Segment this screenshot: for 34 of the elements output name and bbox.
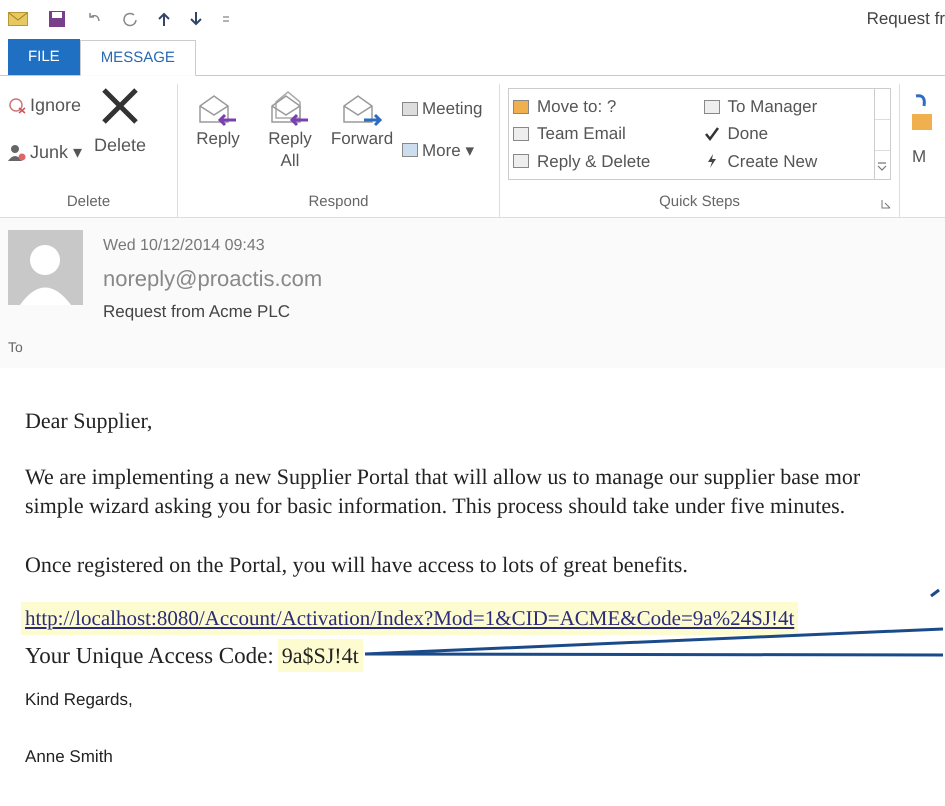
forward-button[interactable]: Forward — [330, 84, 394, 172]
quick-step-item[interactable]: Move to: ? — [513, 93, 672, 120]
message-subject: Request from Acme PLC — [103, 301, 292, 323]
meeting-button[interactable]: Meeting — [402, 96, 482, 122]
body-paragraph: simple wizard asking you for basic information. This process should take under five minutes. — [25, 492, 846, 520]
reply-button[interactable]: Reply — [186, 84, 250, 172]
quick-step-item[interactable]: Reply & Delete — [513, 148, 672, 175]
group-label: Delete — [66, 192, 110, 212]
quick-step-item[interactable]: Done — [704, 120, 862, 148]
window-title: Request fr — [866, 8, 945, 30]
activation-link[interactable]: http://localhost:8080/Account/Activation/Index?Mod=1&CID=ACME&Code=9a%24SJ!4t — [21, 602, 798, 635]
closing-text: Kind Regards, — [25, 689, 134, 711]
ribbon-tab[interactable]: FILE — [8, 39, 80, 75]
ignore-button[interactable]: Ignore — [8, 92, 82, 119]
ribbon-tab[interactable]: MESSAGE — [80, 40, 196, 76]
more-button[interactable]: More ▾ — [402, 138, 482, 163]
delete-button[interactable]: Delete — [94, 84, 146, 166]
access-code-label: Your Unique Access Code: — [25, 642, 274, 670]
body-paragraph: We are implementing a new Supplier Portal that will allow us to manage our supplier base mor — [25, 463, 862, 491]
quick-step-item[interactable]: Create New — [704, 148, 862, 175]
junk-button[interactable]: Junk ▾ — [8, 139, 82, 166]
group-label: Respond — [308, 192, 369, 212]
signature-text: Anne Smith — [25, 746, 114, 768]
reply-all-button[interactable]: Reply All — [258, 84, 322, 172]
quick-step-item[interactable]: To Manager — [704, 93, 862, 120]
body-paragraph: Once registered on the Portal, you will have access to lots of great benefits. — [25, 551, 689, 579]
move-label[interactable]: M — [912, 144, 926, 170]
group-label: Quick Steps — [659, 192, 740, 212]
quick-step-item[interactable]: Team Email — [513, 120, 672, 148]
greeting-text: Dear Supplier, — [25, 407, 154, 435]
message-date: Wed 10/12/2014 09:43 — [103, 236, 266, 256]
access-code: 9a$SJ!4t — [278, 639, 363, 672]
to-label: To — [8, 339, 23, 355]
sender-address: noreply@proactis.com — [103, 265, 322, 293]
